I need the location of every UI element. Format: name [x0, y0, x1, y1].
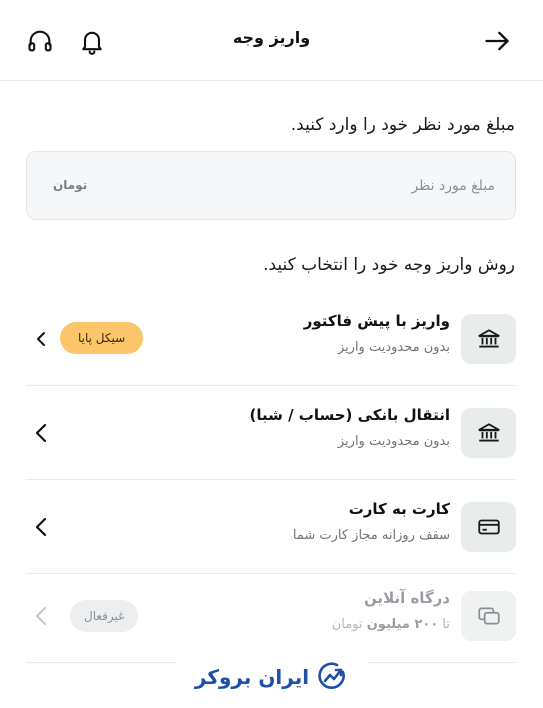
method-icon-box [461, 408, 516, 458]
method-proforma[interactable]: واریز با پیش فاکتور بدون محدودیت واریز س… [26, 294, 516, 386]
bank-icon [477, 329, 500, 348]
method-title: واریز با پیش فاکتور [303, 312, 450, 330]
method-subtitle: سقف روزانه مجاز کارت شما [292, 528, 450, 543]
headphones-icon [28, 30, 52, 52]
method-card-to-card[interactable]: کارت به کارت سقف روزانه مجاز کارت شما [26, 482, 516, 574]
divider [26, 479, 516, 480]
notifications-button[interactable] [77, 26, 107, 56]
card-icon [477, 519, 500, 535]
method-title: کارت به کارت [348, 500, 450, 518]
amount-input[interactable] [175, 172, 495, 200]
methods-label: روش واریز وجه خود را انتخاب کنید. [263, 255, 515, 275]
chevron-left-icon [30, 324, 52, 354]
bank-icon [477, 423, 500, 442]
amount-label: مبلغ مورد نظر خود را وارد کنید. [290, 115, 515, 135]
divider [26, 385, 516, 386]
amount-unit: تومان [53, 178, 88, 192]
method-title: درگاه آنلاین [363, 589, 450, 607]
support-button[interactable] [25, 26, 55, 56]
subtitle-prefix: تا [442, 617, 450, 632]
app-header: واریز وجه [0, 0, 543, 81]
status-badge: سیکل پایا [60, 322, 144, 354]
status-badge: غیرفعال [70, 600, 139, 632]
method-bank-transfer[interactable]: انتقال بانکی (حساب / شبا) بدون محدودیت و… [26, 388, 516, 480]
gateway-icon [477, 607, 500, 625]
method-icon-box [461, 591, 516, 641]
method-icon-box [461, 502, 516, 552]
chevron-left-icon [30, 418, 52, 448]
brand-chart-icon [318, 661, 345, 689]
method-subtitle: تا ۲۰۰ میلیون تومان [332, 617, 450, 632]
method-subtitle: بدون محدودیت واریز [337, 434, 450, 449]
chevron-left-icon [30, 601, 52, 631]
chevron-left-icon [30, 512, 52, 542]
method-icon-box [461, 314, 516, 364]
amount-field[interactable]: تومان [26, 151, 516, 220]
method-subtitle: بدون محدودیت واریز [337, 340, 450, 355]
brand-name: ایران بروکر [194, 664, 310, 689]
subtitle-limit: ۲۰۰ میلیون [366, 617, 439, 632]
bell-icon [82, 31, 102, 55]
brand-logo: ایران بروکر [177, 645, 367, 708]
subtitle-unit: تومان [331, 617, 363, 632]
method-title: انتقال بانکی (حساب / شبا) [249, 406, 450, 424]
